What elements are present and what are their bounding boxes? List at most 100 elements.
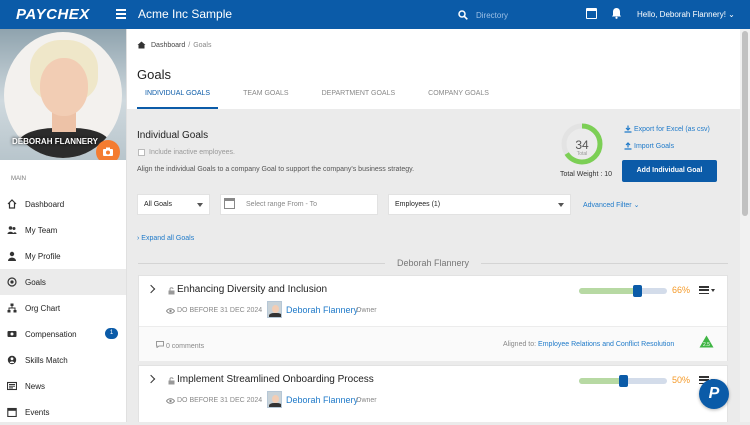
chevron-right-icon[interactable] [146,284,156,294]
profile-name: DEBORAH FLANNERY [12,137,98,146]
aligned-label: Aligned to: [503,341,537,348]
sidebar-item-news[interactable]: News [0,373,126,399]
breadcrumb-separator: / [188,41,191,49]
goal-owner-link[interactable]: Deborah Flannery [286,305,358,315]
hamburger-menu-icon[interactable] [116,9,126,19]
sidebar-item-label: My Team [25,225,58,235]
goals-filter-select[interactable]: All Goals [137,194,210,215]
download-icon [624,125,632,133]
tab-individual-goals[interactable]: INDIVIDUAL GOALS [137,90,219,109]
change-photo-button[interactable] [96,140,120,160]
goal-tabs: INDIVIDUAL GOALS TEAM GOALS DEPARTMENT G… [137,90,514,109]
import-goals-label: Import Goals [634,142,675,150]
page-scrollbar[interactable] [740,29,750,422]
employees-filter-select[interactable]: Employees (1) [388,194,571,215]
eye-icon [166,397,175,404]
goal-title[interactable]: Implement Streamlined Onboarding Process [177,374,374,385]
caret-down-icon [197,203,203,207]
employees-filter-value: Employees (1) [395,201,441,208]
sidebar-item-my-team[interactable]: My Team [0,217,126,243]
add-individual-goal-button[interactable]: Add Individual Goal [622,160,717,182]
goal-progress-percent: 50% [672,375,691,385]
owner-group-name: Deborah Flannery [396,258,470,268]
profile-icon [8,251,16,261]
total-weight: Total Weight : 10 [560,171,613,178]
paychex-assistant-button[interactable]: P [699,379,729,409]
goal-card: Implement Streamlined Onboarding Process… [138,365,728,422]
include-inactive-label: Include inactive employees. [149,149,235,156]
home-icon[interactable] [137,41,146,49]
compensation-count-badge: 1 [105,328,118,339]
sidebar-item-label: My Profile [25,251,61,261]
donut-total-label: Total [576,151,588,157]
scrollbar-thumb[interactable] [742,31,748,216]
target-icon [7,277,17,287]
slider-handle[interactable] [633,285,643,297]
import-goals-link[interactable]: Import Goals [624,142,674,150]
news-icon [7,381,17,391]
goal-title[interactable]: Enhancing Diversity and Inclusion [177,284,327,295]
sidebar-item-label: Skills Match [25,355,68,365]
panel-title: Individual Goals [137,130,209,141]
paychex-logo[interactable]: PAYCHEX [16,6,90,23]
tab-team-goals[interactable]: TEAM GOALS [235,90,297,109]
tab-department-goals[interactable]: DEPARTMENT GOALS [314,90,404,109]
expand-all-goals-link[interactable]: › Expand all Goals [137,235,194,242]
sidebar-item-compensation[interactable]: Compensation 1 [0,321,126,347]
main-content: Dashboard / Goals Goals INDIVIDUAL GOALS… [127,29,740,422]
sidebar-item-goals[interactable]: Goals [0,269,126,295]
goal-card-footer: 0 comments Aligned to: Employee Relation… [139,326,727,361]
align-note: Align the individual Goals to a company … [137,166,415,173]
money-icon [7,331,17,337]
page-header: Dashboard / Goals Goals INDIVIDUAL GOALS… [127,29,740,109]
calendar-icon [224,198,235,209]
aligned-goal-link[interactable]: Employee Relations and Conflict Resoluti… [538,341,674,348]
skills-icon [7,355,17,365]
donut-total-value: 34 [575,138,589,152]
goal-progress-slider[interactable] [579,375,667,387]
calendar-icon [7,407,17,417]
sidebar-item-skills-match[interactable]: Skills Match [0,347,126,373]
date-range-input[interactable]: Select range From - To [220,194,378,215]
export-excel-link[interactable]: Export for Excel (as csv) [624,125,710,133]
alignment-level-icon: 2.5 [699,335,714,348]
owner-avatar [267,391,282,408]
upload-icon [624,142,632,150]
goal-progress-percent: 66% [672,285,691,295]
sidebar-item-my-profile[interactable]: My Profile [0,243,126,269]
directory-search-input[interactable]: Directory [476,11,508,20]
breadcrumb-dashboard-link[interactable]: Dashboard [151,42,185,49]
advanced-filter-label: Advanced Filter [583,202,632,209]
sidebar-item-events[interactable]: Events [0,399,126,425]
bell-icon[interactable] [611,7,622,19]
owner-group-divider: Deborah Flannery [138,258,729,268]
caret-down-icon [558,203,564,207]
export-excel-label: Export for Excel (as csv) [634,125,710,133]
goal-owner-link[interactable]: Deborah Flannery [286,395,358,405]
goal-due-text: DO BEFORE 31 DEC 2024 [177,397,263,404]
goals-filter-value: All Goals [144,201,173,208]
goal-alignment: Aligned to: Employee Relations and Confl… [503,341,674,348]
sidebar-item-label: Events [25,407,50,417]
sidebar-item-label: Org Chart [25,303,61,313]
chevron-right-icon[interactable] [146,374,156,384]
tab-company-goals[interactable]: COMPANY GOALS [420,90,497,109]
include-inactive-checkbox[interactable] [138,149,145,156]
advanced-filter-link[interactable]: Advanced Filter ⌄ [583,201,639,209]
goal-menu-icon[interactable] [699,286,709,295]
owner-avatar [267,301,282,318]
goal-due-date: DO BEFORE 31 DEC 2024 [166,307,262,314]
calendar-icon[interactable] [586,8,597,19]
comment-icon [156,341,164,349]
camera-icon [103,147,113,156]
goal-comments-text: 0 comments [165,343,205,350]
user-menu[interactable]: Hello, Deborah Flannery! ⌄ [637,10,735,19]
search-icon[interactable] [458,10,468,20]
date-range-placeholder: Select range From - To [246,201,318,208]
sidebar-item-dashboard[interactable]: Dashboard [0,191,126,217]
goal-progress-slider[interactable] [579,285,667,297]
sidebar-item-org-chart[interactable]: Org Chart [0,295,126,321]
goal-owner-role: Owner [356,307,377,314]
slider-handle[interactable] [619,375,628,387]
goal-comments-link[interactable]: 0 comments [156,341,204,350]
